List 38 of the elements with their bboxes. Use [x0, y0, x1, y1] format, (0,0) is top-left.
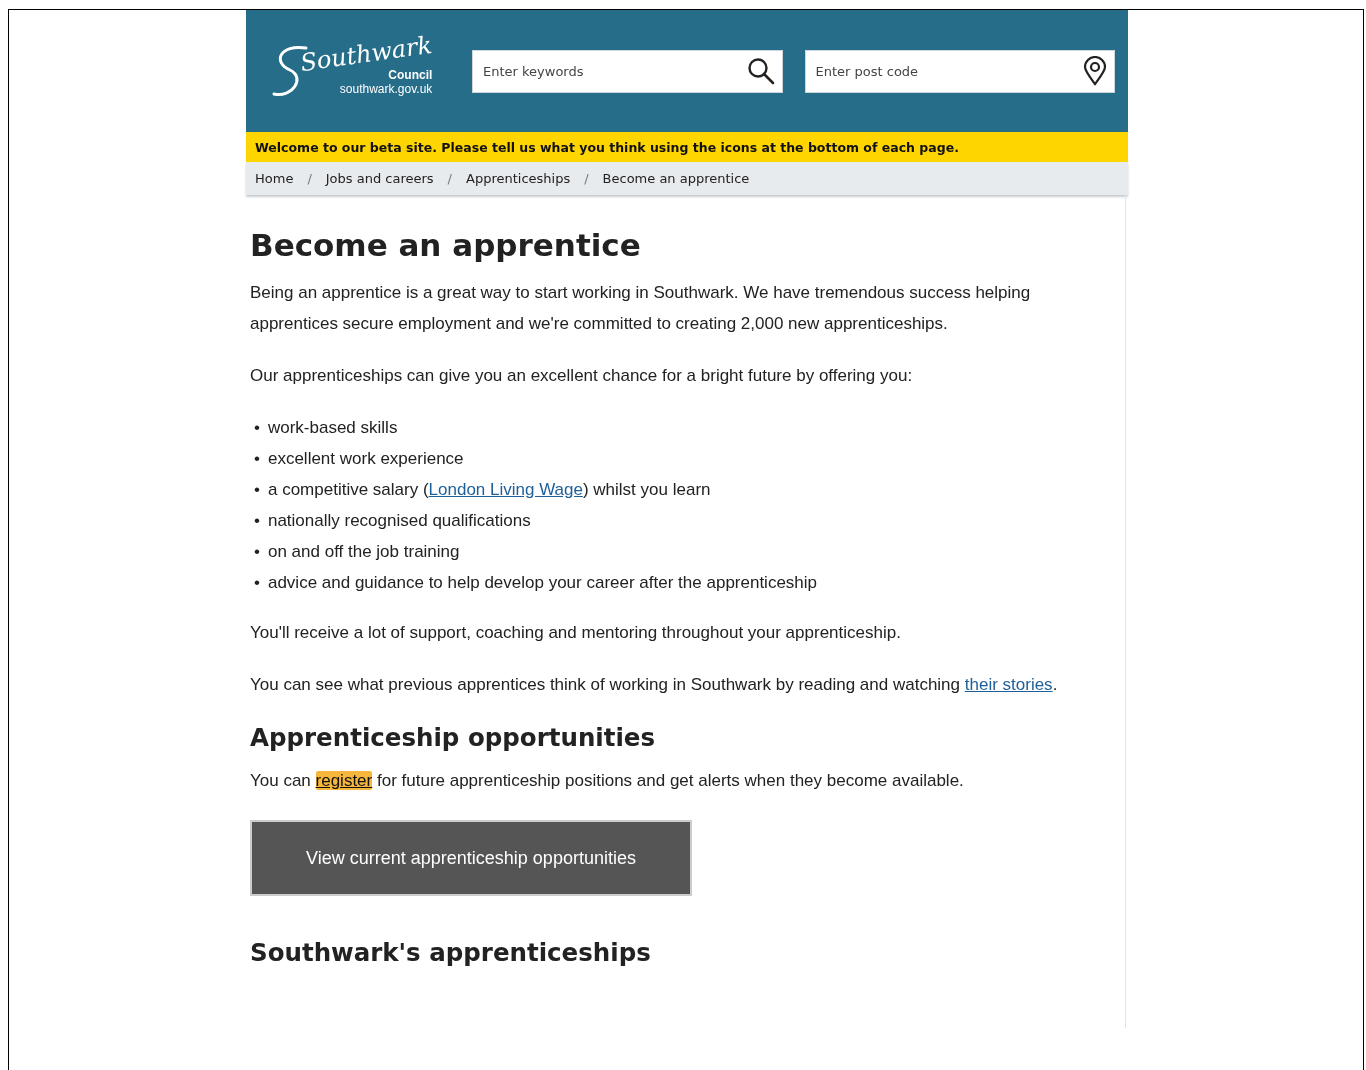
bullet: • — [254, 479, 260, 501]
paragraph: You can register for future apprenticeship positions and get alerts when they become available. — [250, 770, 965, 792]
breadcrumb-separator: / — [447, 171, 452, 186]
link[interactable]: register — [315, 771, 373, 790]
breadcrumb-link[interactable]: Apprenticeships — [466, 171, 571, 186]
breadcrumb-separator: / — [584, 171, 589, 186]
list-item: work-based skills — [267, 417, 398, 439]
paragraph: Being an apprentice is a great way to start working in Southwark. We have tremendous success helping apprentices secure employment and we're committed to creating 2,000 new apprenticeships. — [250, 282, 1032, 335]
breadcrumb-link[interactable]: Become an apprentice — [602, 171, 750, 186]
paragraph: Our apprenticeships can give you an excellent chance for a bright future by offering you: — [250, 365, 914, 387]
bullet: • — [254, 510, 260, 532]
location-pin-icon[interactable] — [1083, 56, 1107, 86]
section-heading: Southwark's apprenticeships — [250, 937, 652, 969]
bullet: • — [254, 572, 260, 594]
breadcrumb-link[interactable]: Home — [255, 171, 294, 186]
section-heading: Apprenticeship opportunities — [250, 722, 657, 754]
postcode-search-field[interactable]: Enter post code — [804, 49, 1115, 93]
logo-domain: southwark.gov.uk — [339, 82, 433, 96]
bullet: • — [254, 448, 260, 470]
list-item: excellent work experience — [267, 448, 464, 470]
list-item: advice and guidance to help develop your career after the apprenticeship — [267, 572, 818, 594]
beta-message: Welcome to our beta site. Please tell us what you think using the icons at the bottom of each page. — [255, 139, 959, 155]
link[interactable]: their stories — [964, 675, 1053, 694]
logo-council: Council — [388, 68, 433, 82]
page-title: Become an apprentice — [250, 226, 642, 265]
bullet: • — [254, 417, 260, 439]
link[interactable]: London Living Wage — [428, 480, 583, 499]
search-icon[interactable] — [746, 57, 775, 85]
list-item: on and off the job training — [267, 541, 460, 563]
breadcrumb-separator: / — [307, 171, 312, 186]
bullet: • — [254, 541, 260, 563]
list-item: nationally recognised qualifications — [267, 510, 531, 532]
paragraph: You'll receive a lot of support, coaching and mentoring throughout your apprenticeship. — [250, 622, 902, 644]
paragraph: You can see what previous apprentices think of working in Southwark by reading and watching their stories. — [250, 674, 1059, 696]
keyword-search-field[interactable]: Enter keywords — [472, 49, 783, 93]
opportunities-button[interactable]: View current apprenticeship opportunities — [250, 820, 692, 896]
breadcrumb-link[interactable]: Jobs and careers — [325, 171, 434, 186]
list-item: a competitive salary (London Living Wage) whilst you learn — [267, 479, 711, 501]
